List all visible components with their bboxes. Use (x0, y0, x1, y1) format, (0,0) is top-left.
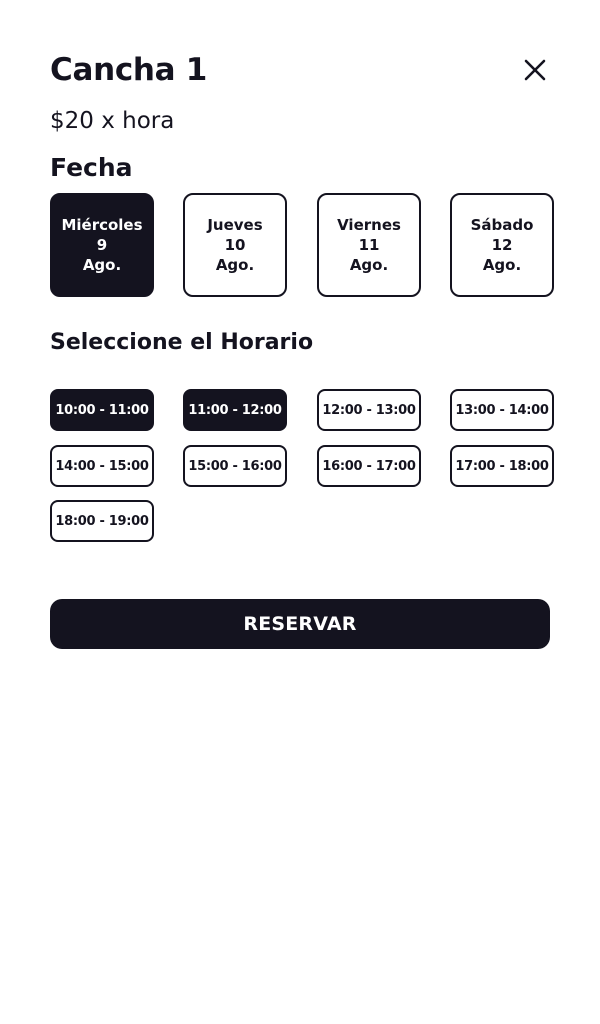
date-month: Ago. (82, 256, 122, 274)
date-card-jueves[interactable]: Jueves 10 Ago. (183, 193, 287, 297)
close-icon (524, 59, 546, 81)
time-slot[interactable]: 12:00 - 13:00 (317, 389, 421, 431)
date-card-sabado[interactable]: Sábado 12 Ago. (450, 193, 554, 297)
time-slot[interactable]: 10:00 - 11:00 (50, 389, 154, 431)
time-slot[interactable]: 13:00 - 14:00 (450, 389, 554, 431)
date-number: 10 (224, 236, 246, 254)
reserve-button[interactable]: RESERVAR (50, 599, 550, 649)
date-day: Viernes (337, 216, 401, 234)
date-number: 11 (358, 236, 380, 254)
date-picker: Miércoles 9 Ago. Jueves 10 Ago. Viernes … (50, 193, 554, 297)
date-month: Ago. (349, 256, 389, 274)
time-section-title: Seleccione el Horario (50, 330, 314, 355)
time-slot[interactable]: 11:00 - 12:00 (183, 389, 287, 431)
close-button[interactable] (520, 55, 550, 85)
page-title: Cancha 1 (50, 52, 208, 88)
date-card-miercoles[interactable]: Miércoles 9 Ago. (50, 193, 154, 297)
date-day: Jueves (207, 216, 263, 234)
time-slot[interactable]: 16:00 - 17:00 (317, 445, 421, 487)
date-day: Sábado (470, 216, 534, 234)
time-slot[interactable]: 15:00 - 16:00 (183, 445, 287, 487)
date-card-viernes[interactable]: Viernes 11 Ago. (317, 193, 421, 297)
price-per-hour: $20 x hora (50, 108, 175, 134)
time-slot-grid: 10:00 - 11:00 11:00 - 12:00 12:00 - 13:0… (50, 389, 554, 543)
date-number: 12 (491, 236, 513, 254)
date-section-title: Fecha (50, 153, 133, 182)
date-day: Miércoles (61, 216, 143, 234)
time-slot[interactable]: 18:00 - 19:00 (50, 500, 154, 542)
date-month: Ago. (215, 256, 255, 274)
time-slot[interactable]: 14:00 - 15:00 (50, 445, 154, 487)
date-number: 9 (96, 236, 108, 254)
time-slot[interactable]: 17:00 - 18:00 (450, 445, 554, 487)
date-month: Ago. (482, 256, 522, 274)
